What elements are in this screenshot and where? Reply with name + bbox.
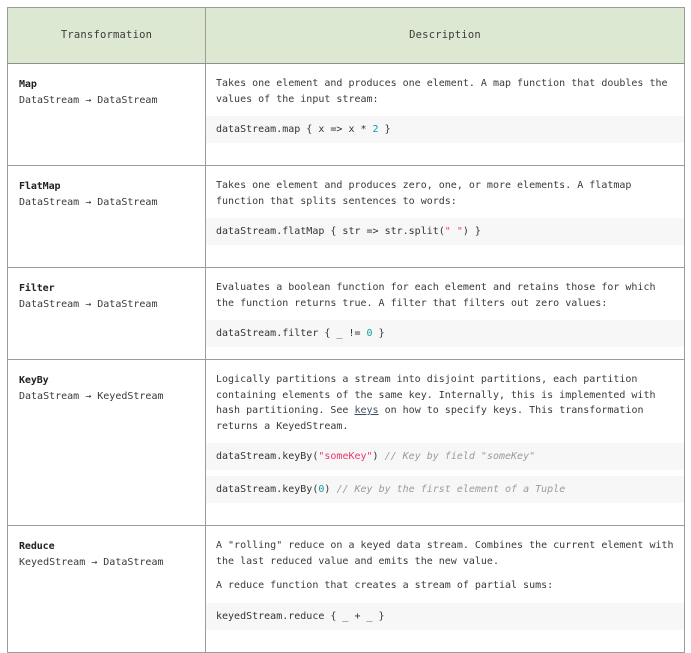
transformation-cell: Filter DataStream → DataStream (7, 267, 206, 360)
column-header-description: Description (205, 7, 685, 64)
description-paragraph: Evaluates a boolean function for each el… (216, 282, 656, 309)
code-text: dataStream.filter { _ != (216, 328, 367, 339)
table-row: Map DataStream → DataStream Takes one el… (7, 63, 685, 166)
operator-signature: DataStream → DataStream (19, 299, 158, 310)
code-text: dataStream.flatMap { str => str.split( (216, 226, 445, 237)
table-row: Reduce KeyedStream → DataStream A "rolli… (7, 525, 685, 653)
table-header-row: Transformation Description (7, 7, 685, 64)
code-text: ) (372, 451, 385, 462)
description-paragraph: Takes one element and produces zero, one… (216, 180, 632, 207)
description-cell: Logically partitions a stream into disjo… (205, 359, 685, 526)
operator-name: FlatMap (19, 181, 61, 192)
code-string-literal: "someKey" (318, 451, 373, 462)
operator-name: Reduce (19, 541, 55, 552)
operator-signature: DataStream → KeyedStream (19, 391, 164, 402)
operator-name: Map (19, 79, 37, 90)
code-text: } (372, 328, 385, 339)
code-text: } (378, 124, 391, 135)
transformations-table: Transformation Description Map DataStrea… (7, 7, 685, 653)
operator-name: KeyBy (19, 375, 49, 386)
operator-signature: DataStream → DataStream (19, 197, 158, 208)
description-paragraph: A "rolling" reduce on a keyed data strea… (216, 540, 674, 567)
description-paragraph: Takes one element and produces one eleme… (216, 78, 668, 105)
code-snippet: dataStream.map { x => x * 2 } (206, 116, 684, 143)
operator-signature: DataStream → DataStream (19, 95, 158, 106)
code-text: dataStream.keyBy( (216, 451, 319, 462)
operator-name: Filter (19, 283, 55, 294)
document-root: Transformation Description Map DataStrea… (0, 0, 691, 653)
description-paragraph: Logically partitions a stream into disjo… (206, 372, 684, 434)
table-row: Filter DataStream → DataStream Evaluates… (7, 267, 685, 360)
table-body: Map DataStream → DataStream Takes one el… (7, 63, 685, 653)
transformation-cell: FlatMap DataStream → DataStream (7, 165, 206, 268)
code-text: ) } (462, 226, 481, 237)
code-snippet: dataStream.filter { _ != 0 } (206, 320, 684, 347)
code-snippet: keyedStream.reduce { _ + _ } (206, 602, 684, 630)
transformation-cell: Reduce KeyedStream → DataStream (7, 525, 206, 653)
code-text: keyedStream.reduce { _ + _ } (216, 610, 385, 622)
code-snippet: dataStream.keyBy(0) // Key by the first … (206, 476, 684, 503)
code-snippet: dataStream.flatMap { str => str.split(" … (206, 218, 684, 245)
keys-link[interactable]: keys (354, 405, 378, 416)
column-header-transformation: Transformation (7, 7, 206, 64)
code-comment: // Key by the first element of a Tuple (336, 484, 566, 495)
code-text: ) (324, 484, 337, 495)
table-row: FlatMap DataStream → DataStream Takes on… (7, 165, 685, 268)
operator-signature: KeyedStream → DataStream (19, 557, 164, 568)
cell-spacer (206, 503, 684, 513)
code-text: dataStream.map { x => x * (216, 124, 373, 135)
cell-spacer (206, 245, 684, 255)
description-paragraph: A reduce function that creates a stream … (216, 580, 554, 591)
table-header: Transformation Description (7, 7, 685, 64)
description-cell: A "rolling" reduce on a keyed data strea… (205, 525, 685, 653)
cell-spacer (206, 630, 684, 640)
code-text: dataStream.keyBy( (216, 484, 319, 495)
description-cell: Takes one element and produces one eleme… (205, 63, 685, 166)
transformation-cell: Map DataStream → DataStream (7, 63, 206, 166)
code-snippet: dataStream.keyBy("someKey") // Key by fi… (206, 443, 684, 470)
code-string-literal: " " (444, 226, 463, 237)
description-cell: Evaluates a boolean function for each el… (205, 267, 685, 360)
code-comment: // Key by field "someKey" (384, 451, 536, 462)
description-cell: Takes one element and produces zero, one… (205, 165, 685, 268)
transformation-cell: KeyBy DataStream → KeyedStream (7, 359, 206, 526)
cell-spacer (206, 143, 684, 153)
table-row: KeyBy DataStream → KeyedStream Logically… (7, 359, 685, 526)
